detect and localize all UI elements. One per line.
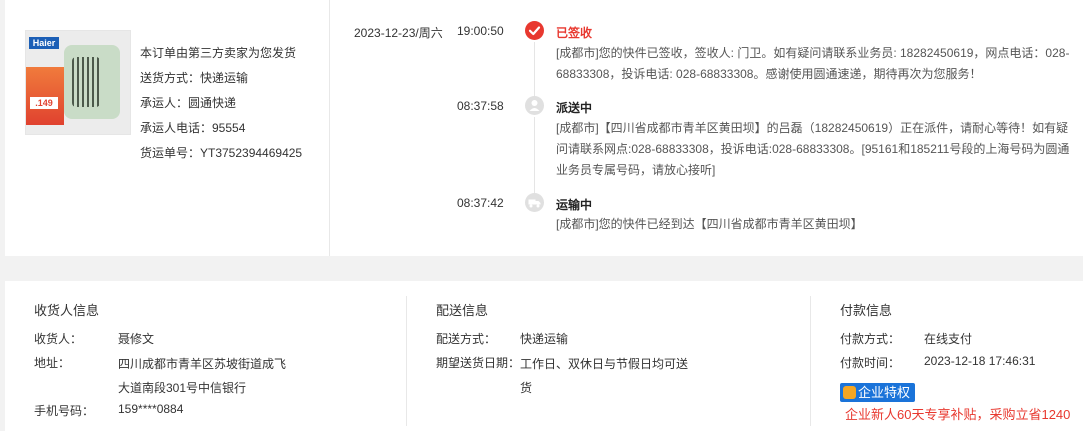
delivery-date: 工作日、双休日与节假日均可送货 [520, 357, 689, 395]
payment-method-label: 付款方式： [840, 332, 901, 346]
carrier-phone: 承运人电话：95554 [140, 121, 246, 135]
promo-banner [26, 67, 64, 125]
enterprise-badge-label: 企业特权 [858, 385, 911, 400]
brand-logo: Haier [29, 37, 59, 49]
enterprise-promo-link[interactable]: 企业新人60天专享补贴，采购立省1240 [845, 404, 1083, 423]
receiver-name-label: 收货人： [34, 332, 83, 346]
payment-method: 在线支付 [924, 332, 973, 346]
shipping-info: 本订单由第三方卖家为您发货 送货方式：快递运输 承运人：圆通快递 承运人电话：9… [140, 43, 302, 168]
receiver-phone-label: 手机号码： [34, 404, 95, 418]
timeline-connector [534, 117, 535, 193]
payment-time-label: 付款时间： [840, 356, 901, 370]
timeline-time: 08:37:42 [457, 196, 504, 210]
timeline-status: 已签收 [556, 26, 593, 40]
timeline-description: [成都市]【四川省成都市青羊区黄田坝】的吕磊（18282450619）正在派件，… [556, 121, 1070, 177]
timeline-date: 2023-12-23/周六 [354, 26, 443, 40]
receiver-address: 四川成都市青羊区苏坡街道成飞大道南段301号中信银行 [118, 357, 287, 395]
tracking-number[interactable]: 货运单号：YT3752394469425 [140, 143, 302, 168]
logistics-card: Haier .149 本订单由第三方卖家为您发货 送货方式：快递运输 承运人：圆… [5, 0, 1083, 256]
section-divider [406, 296, 407, 426]
enterprise-icon [843, 386, 856, 399]
product-thumbnail[interactable]: Haier .149 [25, 30, 131, 135]
delivery-date-label: 期望送货日期： [436, 356, 521, 370]
receiver-title: 收货人信息 [34, 303, 100, 318]
timeline-description: [成都市]您的快件已经到达【四川省成都市青羊区黄田坝】 [556, 217, 863, 231]
timeline-time: 08:37:58 [457, 99, 504, 113]
delivery-title: 配送信息 [436, 303, 489, 318]
check-circle-icon [525, 21, 544, 40]
heater-grill [72, 57, 100, 107]
payment-time: 2023-12-18 17:46:31 [924, 354, 1036, 368]
timeline-status: 运输中 [556, 198, 593, 212]
courier-icon [525, 96, 544, 115]
timeline-connector [534, 42, 535, 97]
order-info-card: 收货人信息 收货人： 聂修文 地址： 四川成都市青羊区苏坡街道成飞大道南段301… [5, 281, 1083, 431]
truck-icon [525, 193, 544, 212]
payment-title: 付款信息 [840, 303, 893, 318]
timeline-status: 派送中 [556, 101, 593, 115]
carrier: 承运人：圆通快递 [140, 96, 237, 110]
receiver-address-label: 地址： [34, 356, 71, 370]
delivery-method-label: 配送方式： [436, 332, 497, 346]
timeline-description: [成都市]您的快件已签收，签收人: 门卫。如有疑问请联系业务员: 1828245… [556, 46, 1070, 81]
receiver-name: 聂修文 [118, 332, 155, 346]
timeline-time: 19:00:50 [457, 24, 504, 38]
receiver-phone: 159****0884 [118, 402, 184, 416]
seller-note: 本订单由第三方卖家为您发货 [140, 46, 297, 60]
enterprise-badge[interactable]: 企业特权 [840, 383, 916, 402]
promo-price: .149 [30, 97, 58, 109]
delivery-method: 送货方式：快递运输 [140, 71, 249, 85]
vertical-divider [329, 0, 330, 256]
section-divider [810, 296, 811, 426]
delivery-method: 快递运输 [520, 332, 569, 346]
